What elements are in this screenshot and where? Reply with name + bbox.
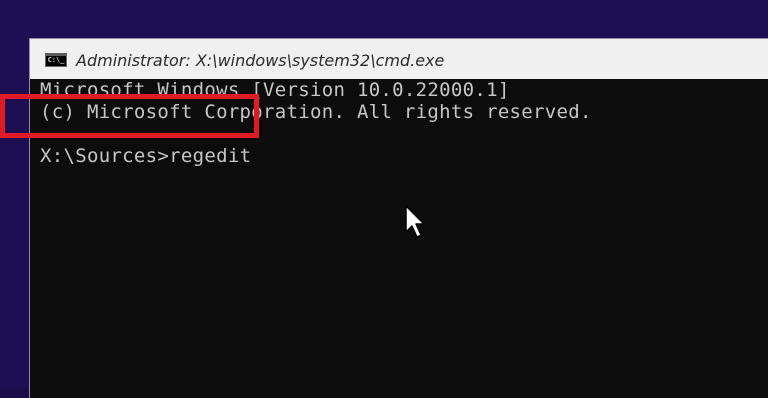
console-prompt: X:\Sources> — [40, 145, 170, 167]
window-titlebar[interactable]: C:\_ Administrator: X:\windows\system32\… — [30, 39, 768, 79]
mouse-pointer-icon — [405, 205, 425, 238]
console-command[interactable]: regedit — [169, 145, 251, 167]
command-highlight-box — [0, 94, 259, 138]
console-prompt-line[interactable]: X:\Sources>regedit — [40, 145, 251, 167]
window-title: Administrator: X:\windows\system32\cmd.e… — [76, 50, 445, 70]
cmd-icon: C:\_ — [45, 52, 67, 67]
desktop-background: C:\_ Administrator: X:\windows\system32\… — [0, 0, 768, 398]
cmd-window[interactable]: C:\_ Administrator: X:\windows\system32\… — [29, 38, 768, 398]
cmd-icon-label: C:\_ — [47, 56, 65, 64]
